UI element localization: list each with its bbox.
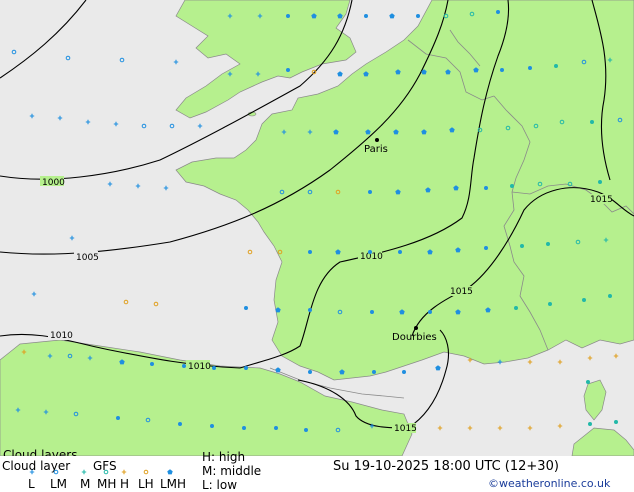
cloud-symbol: [402, 370, 406, 374]
cloud-symbol: [368, 190, 372, 194]
cloud-symbol: [274, 426, 278, 430]
cloud-symbol: [510, 184, 514, 188]
cloud-symbol: [244, 366, 248, 370]
isobar-label-1000: 1000: [42, 178, 65, 188]
cloud-symbol: [520, 244, 524, 248]
weather-map: 1000 1005 1010 1010 1010 1015 1015 1015 …: [0, 0, 634, 456]
legend-code-lh: LH: [138, 477, 154, 491]
cloud-symbol: [528, 66, 532, 70]
isobar-label-1010-bottom: 1010: [188, 362, 211, 372]
legend-symbol: [103, 469, 109, 475]
cloud-symbol: [308, 370, 312, 374]
city-label-dourbies: Dourbies: [392, 332, 437, 343]
cloud-symbol: [242, 426, 246, 430]
cloud-symbol: [286, 68, 290, 72]
cloud-symbol: [586, 380, 590, 384]
legend-middle: M: middle: [202, 464, 262, 478]
isobar-label-1005: 1005: [76, 253, 99, 263]
isobar-label-1010-left: 1010: [50, 331, 73, 341]
cloud-symbol: [308, 308, 312, 312]
cloud-symbol: [150, 362, 154, 366]
legend-high: H: high: [202, 450, 246, 464]
cloud-symbol: [514, 306, 518, 310]
legend-symbol: [143, 469, 149, 475]
cloud-symbol: [116, 416, 120, 420]
legend-code-lmh: LMH: [160, 477, 187, 491]
legend-symbol: [167, 469, 173, 475]
cloud-symbol: [304, 428, 308, 432]
cloud-symbol: [484, 186, 488, 190]
cloud-symbol: [608, 294, 612, 298]
cloud-symbol: [368, 250, 372, 254]
cloud-symbol: [210, 424, 214, 428]
legend-code-mh: MH: [97, 477, 117, 491]
cloud-symbol: [500, 68, 504, 72]
isobar-label-1015-center: 1015: [450, 287, 473, 297]
legend-code-h: H: [120, 477, 130, 491]
legend-code-lm: LM: [50, 477, 68, 491]
legend-code-m: M: [80, 477, 91, 491]
forecast-datetime: Su 19-10-2025 18:00 UTC (12+30): [333, 459, 559, 474]
cloud-symbol: [588, 422, 592, 426]
legend-symbol: [121, 469, 127, 475]
cloud-symbol: [286, 14, 290, 18]
cloud-symbol: [554, 64, 558, 68]
legend-symbol: [29, 469, 35, 475]
cloud-symbol: [364, 14, 368, 18]
cloud-symbol: [182, 364, 186, 368]
cloud-symbol: [598, 180, 602, 184]
map-canvas: 1000 1005 1010 1010 1010 1015 1015 1015 …: [0, 0, 634, 456]
city-marker-paris: [375, 138, 379, 142]
cloud-symbol: [428, 310, 432, 314]
cloud-symbol: [546, 242, 550, 246]
legend-symbol: [81, 469, 87, 475]
city-marker-dourbies: [414, 326, 418, 330]
cloud-symbol: [582, 298, 586, 302]
cloud-symbol: [496, 10, 500, 14]
legend-symbol: [53, 469, 59, 475]
cloud-symbol: [178, 422, 182, 426]
isobar-label-1015-right: 1015: [590, 195, 613, 205]
cloud-symbol: [372, 370, 376, 374]
legend-code-l: L: [28, 477, 35, 491]
cloud-symbol: [548, 302, 552, 306]
cloud-symbol: [416, 14, 420, 18]
cloud-symbol: [398, 250, 402, 254]
cloud-symbol: [212, 366, 216, 370]
cloud-symbol: [614, 420, 618, 424]
isobar-label-1015-bottom: 1015: [394, 424, 417, 434]
cloud-symbol: [244, 306, 248, 310]
cloud-symbol: [370, 310, 374, 314]
footer-bar: Cloud layer GFS L LM M MH H LH LMH H: hi…: [0, 450, 634, 492]
credit-link[interactable]: ©weatheronline.co.uk: [488, 477, 610, 490]
cloud-symbol: [308, 250, 312, 254]
isobar-label-1010-center: 1010: [360, 252, 383, 262]
cloud-symbol: [484, 246, 488, 250]
cloud-symbol: [590, 120, 594, 124]
city-label-paris: Paris: [364, 144, 388, 155]
